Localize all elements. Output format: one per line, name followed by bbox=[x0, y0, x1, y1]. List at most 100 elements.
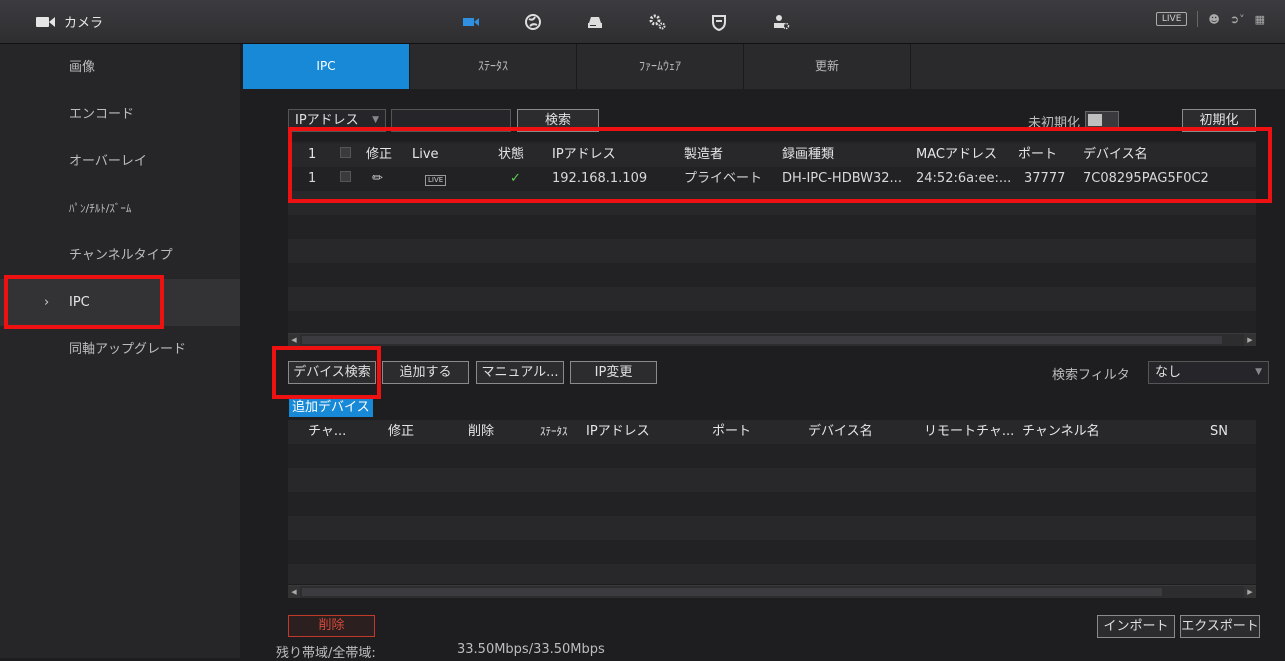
col-status: ｽﾃｰﾀｽ bbox=[540, 425, 568, 438]
col-channel: チャ... bbox=[308, 424, 347, 439]
table-row bbox=[288, 516, 1256, 540]
table-row bbox=[288, 287, 1256, 311]
col-mac: MACアドレス bbox=[916, 147, 997, 162]
user-icon[interactable]: ☻ bbox=[1208, 13, 1219, 26]
table-row bbox=[288, 492, 1256, 516]
col-no: 1 bbox=[308, 147, 317, 162]
sidebar: 画像 エンコード オーバーレイ ﾊﾟﾝ/ﾁﾙﾄ/ｽﾞｰﾑ チャンネルタイプ › I… bbox=[0, 44, 240, 658]
export-button[interactable]: エクスポート bbox=[1180, 615, 1260, 638]
app-title-label: カメラ bbox=[64, 16, 104, 31]
scroll-right-icon[interactable]: ▶ bbox=[1244, 334, 1256, 346]
top-right-controls: LIVE ☻ ➲˅ ▦ bbox=[1155, 11, 1265, 27]
app-title: カメラ bbox=[36, 12, 103, 31]
row-device-name: 7C08295PAG5F0C2 bbox=[1083, 171, 1209, 186]
sidebar-item-label: チャンネルタイプ bbox=[69, 248, 173, 263]
network-globe-icon[interactable] bbox=[502, 0, 564, 43]
live-view-button[interactable]: LIVE bbox=[1155, 12, 1188, 26]
search-input[interactable] bbox=[391, 109, 511, 132]
scroll-right-icon[interactable]: ▶ bbox=[1244, 586, 1256, 598]
system-gear-icon[interactable] bbox=[626, 0, 688, 43]
sidebar-item-image[interactable]: 画像 bbox=[0, 44, 240, 91]
table-row bbox=[288, 311, 1256, 331]
col-remote-channel: リモートチャ... bbox=[924, 424, 1015, 439]
col-sn: SN bbox=[1210, 424, 1228, 439]
uninitialized-toggle[interactable] bbox=[1085, 111, 1119, 129]
tab-update[interactable]: 更新 bbox=[744, 44, 911, 89]
table-row bbox=[288, 263, 1256, 287]
select-all-checkbox[interactable] bbox=[340, 143, 351, 167]
account-icon[interactable] bbox=[750, 0, 812, 43]
bandwidth-label: 残り帯域/全帯域: bbox=[276, 646, 376, 661]
edit-pencil-icon[interactable]: ✏ bbox=[372, 167, 383, 191]
row-mac: 24:52:6a:ee:... bbox=[916, 171, 1012, 186]
found-devices-table: チャ... 修正 削除 ｽﾃｰﾀｽ IPアドレス ポート デバイス名 リモートチ… bbox=[288, 420, 1256, 584]
sidebar-item-ipc[interactable]: › IPC bbox=[0, 279, 240, 326]
sidebar-item-ptz[interactable]: ﾊﾟﾝ/ﾁﾙﾄ/ｽﾞｰﾑ bbox=[0, 185, 240, 232]
table-row bbox=[288, 540, 1256, 564]
logout-icon[interactable]: ➲˅ bbox=[1230, 13, 1245, 26]
row-checkbox[interactable] bbox=[340, 167, 351, 191]
storage-icon[interactable] bbox=[564, 0, 626, 43]
live-view-icon[interactable]: LIVE bbox=[425, 167, 447, 191]
sidebar-item-channel-type[interactable]: チャンネルタイプ bbox=[0, 232, 240, 279]
col-port: ポート bbox=[712, 424, 752, 439]
row-ip: 192.168.1.109 bbox=[552, 171, 648, 186]
add-button[interactable]: 追加する bbox=[382, 361, 469, 384]
table-header: 1 修正 Live 状態 IPアドレス 製造者 録画種類 MACアドレス ポート… bbox=[288, 143, 1256, 167]
table-row[interactable]: 1 ✏ LIVE ✓ 192.168.1.109 プライベート DH-IPC-H… bbox=[288, 167, 1256, 191]
search-filter-label: 検索フィルタ bbox=[1052, 368, 1130, 383]
sidebar-item-label: IPC bbox=[69, 295, 90, 310]
sidebar-item-encode[interactable]: エンコード bbox=[0, 91, 240, 138]
sidebar-item-label: オーバーレイ bbox=[69, 154, 147, 169]
bandwidth-value: 33.50Mbps/33.50Mbps bbox=[457, 642, 605, 657]
table-row bbox=[288, 191, 1256, 215]
sidebar-item-label: ﾊﾟﾝ/ﾁﾙﾄ/ｽﾞｰﾑ bbox=[69, 202, 132, 215]
filter-type-value: IPアドレス bbox=[295, 113, 359, 128]
col-ip: IPアドレス bbox=[552, 147, 616, 162]
found-table-scrollbar[interactable]: ◀ ▶ bbox=[288, 585, 1256, 598]
tab-firmware[interactable]: ﾌｧｰﾑｳｪｱ bbox=[577, 44, 744, 89]
status-ok-icon: ✓ bbox=[510, 171, 521, 186]
col-record-type: 録画種類 bbox=[782, 147, 835, 162]
scroll-thumb[interactable] bbox=[302, 336, 1222, 344]
device-search-button[interactable]: デバイス検索 bbox=[288, 361, 376, 384]
search-button[interactable]: 検索 bbox=[517, 109, 599, 132]
camera-icon[interactable] bbox=[440, 0, 502, 43]
table-row bbox=[288, 468, 1256, 492]
col-edit: 修正 bbox=[366, 147, 393, 162]
col-status: 状態 bbox=[498, 147, 525, 162]
sidebar-item-label: 同軸アップグレード bbox=[69, 342, 187, 357]
sidebar-item-coaxial-upgrade[interactable]: 同軸アップグレード bbox=[0, 326, 240, 373]
manual-add-button[interactable]: マニュアル... bbox=[476, 361, 564, 384]
added-device-badge: 追加デバイス bbox=[289, 399, 373, 417]
table-row bbox=[288, 444, 1256, 468]
col-channel-name: チャンネル名 bbox=[1022, 424, 1100, 439]
security-shield-icon[interactable] bbox=[688, 0, 750, 43]
col-delete: 削除 bbox=[468, 424, 495, 439]
added-table-scrollbar[interactable]: ◀ ▶ bbox=[288, 333, 1256, 346]
import-button[interactable]: インポート bbox=[1097, 615, 1175, 638]
delete-button[interactable]: 削除 bbox=[288, 615, 375, 637]
scroll-left-icon[interactable]: ◀ bbox=[288, 334, 300, 346]
ip-change-button[interactable]: IP変更 bbox=[570, 361, 657, 384]
row-port: 37777 bbox=[1024, 171, 1066, 186]
dropdown-arrow-icon: ▼ bbox=[1255, 367, 1262, 377]
search-filter-select[interactable]: なし ▼ bbox=[1148, 361, 1269, 384]
added-devices-table: 1 修正 Live 状態 IPアドレス 製造者 録画種類 MACアドレス ポート… bbox=[288, 141, 1256, 333]
grid-menu-icon[interactable]: ▦ bbox=[1255, 13, 1265, 26]
dropdown-arrow-icon: ▼ bbox=[372, 115, 379, 125]
initialize-button[interactable]: 初期化 bbox=[1182, 109, 1256, 132]
tab-status[interactable]: ｽﾃｰﾀｽ bbox=[410, 44, 577, 89]
col-edit: 修正 bbox=[388, 424, 415, 439]
top-bar: カメラ LIVE ☻ ➲˅ ▦ bbox=[0, 0, 1285, 44]
col-port: ポート bbox=[1018, 147, 1058, 162]
row-record-type: DH-IPC-HDBW32... bbox=[782, 171, 902, 186]
filter-type-select[interactable]: IPアドレス ▼ bbox=[288, 109, 386, 132]
row-no: 1 bbox=[308, 171, 317, 186]
tab-ipc[interactable]: IPC bbox=[243, 44, 410, 89]
row-maker: プライベート bbox=[684, 171, 763, 186]
scroll-left-icon[interactable]: ◀ bbox=[288, 586, 300, 598]
scroll-thumb[interactable] bbox=[302, 588, 1162, 596]
sidebar-item-label: エンコード bbox=[69, 107, 135, 122]
sidebar-item-overlay[interactable]: オーバーレイ bbox=[0, 138, 240, 185]
